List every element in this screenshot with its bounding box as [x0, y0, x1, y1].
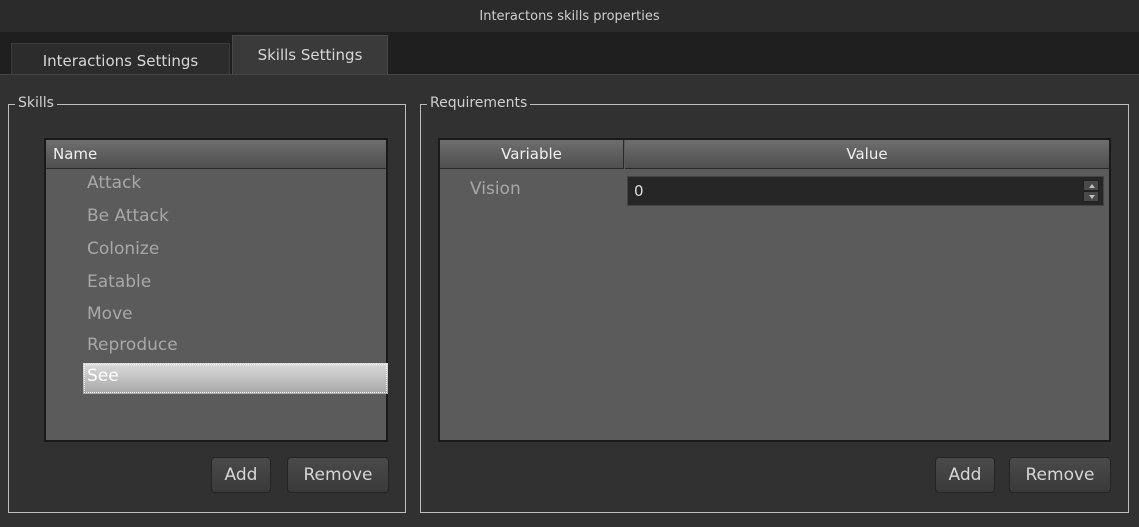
- add-requirement-button[interactable]: Add: [935, 457, 995, 493]
- requirements-group-title: Requirements: [427, 95, 531, 111]
- list-item-reproduce[interactable]: Reproduce: [83, 332, 388, 363]
- column-header-variable[interactable]: Variable: [440, 140, 624, 169]
- value-spinbox[interactable]: 0: [627, 176, 1104, 206]
- add-skill-button[interactable]: Add: [211, 457, 271, 493]
- skills-group-title: Skills: [15, 95, 57, 111]
- requirements-table[interactable]: Variable Value Vision 0: [438, 138, 1111, 442]
- column-header-value[interactable]: Value: [625, 140, 1109, 169]
- value-spinbox-text[interactable]: 0: [634, 182, 644, 200]
- skills-list[interactable]: Name Attack Be Attack Colonize Eatable M…: [44, 138, 388, 442]
- spin-up-icon[interactable]: [1083, 180, 1099, 191]
- title-bar: Interactons skills properties: [0, 0, 1139, 33]
- list-item-eatable[interactable]: Eatable: [83, 269, 388, 300]
- tab-bar: Interactions Settings Skills Settings: [0, 33, 1139, 74]
- list-item-see[interactable]: See: [83, 363, 388, 394]
- list-item-attack[interactable]: Attack: [83, 170, 388, 201]
- tab-interactions-settings[interactable]: Interactions Settings: [11, 43, 230, 74]
- spinbox-arrows[interactable]: [1083, 180, 1099, 202]
- remove-requirement-button[interactable]: Remove: [1009, 457, 1111, 493]
- list-item-colonize[interactable]: Colonize: [83, 236, 388, 267]
- tab-skills-settings[interactable]: Skills Settings: [232, 35, 388, 74]
- list-item-move[interactable]: Move: [83, 301, 388, 332]
- window-title: Interactons skills properties: [479, 9, 660, 24]
- spin-down-icon[interactable]: [1083, 191, 1099, 202]
- skills-list-header[interactable]: Name: [46, 140, 386, 169]
- remove-skill-button[interactable]: Remove: [287, 457, 389, 493]
- table-row-variable[interactable]: Vision: [440, 176, 624, 206]
- list-item-be-attack[interactable]: Be Attack: [83, 203, 388, 234]
